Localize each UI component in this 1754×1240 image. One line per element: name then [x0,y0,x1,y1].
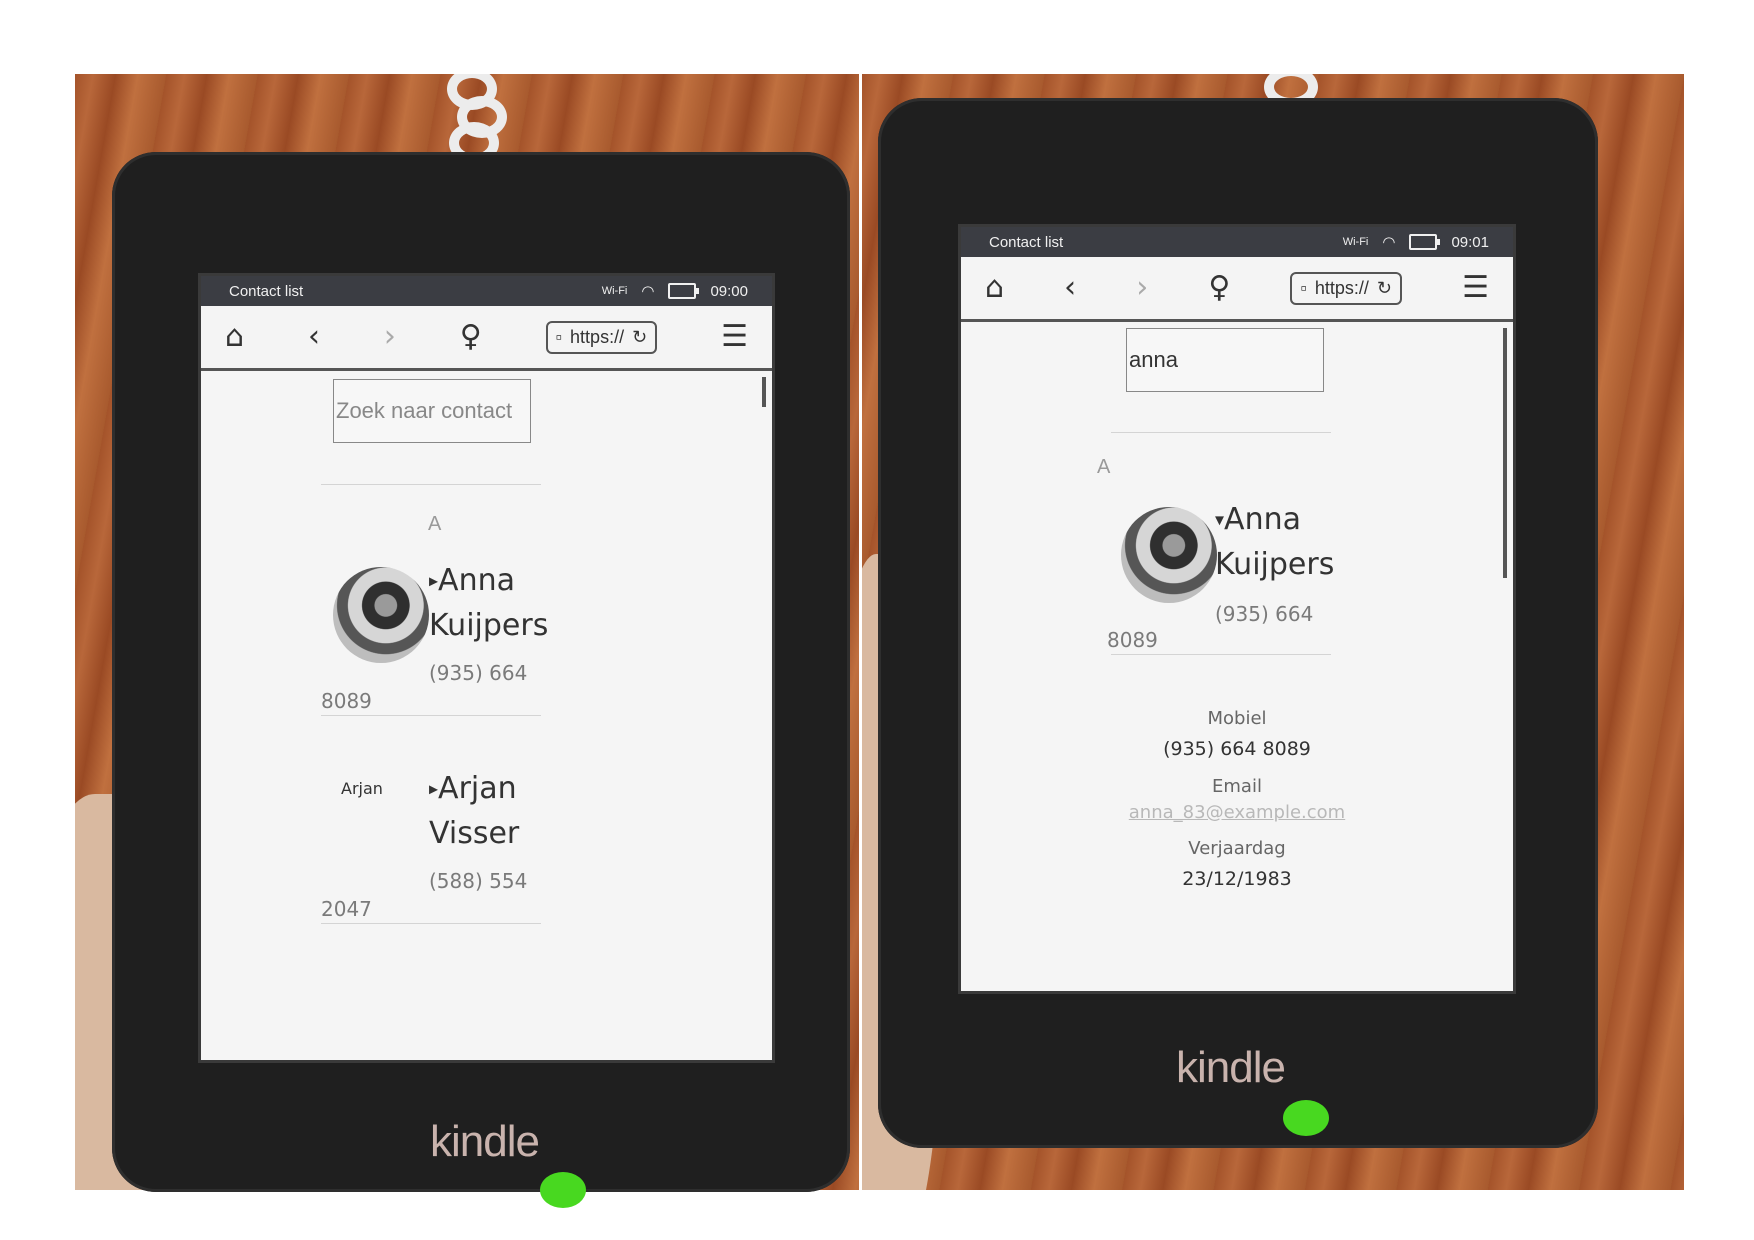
status-title: Contact list [989,234,1064,251]
birthday-value: 23/12/1983 [1182,868,1292,890]
contact-phone-tail: 8089 [1107,628,1158,652]
status-bar: Contact list Wi-Fi ◠ 09:00 [201,276,772,306]
scrollbar[interactable] [1503,328,1507,578]
screen-left: Contact list Wi-Fi ◠ 09:00 ⌂ ‹ › ♀ ▫ htt… [198,273,775,1063]
url-text: https:// [570,326,625,347]
clock: 09:00 [710,282,748,300]
divider [321,715,541,716]
section-letter: A [1097,456,1111,478]
expand-caret-icon: ▸ [429,778,439,800]
contact-phone-tail: 2047 [321,897,372,921]
avatar-broken-icon: Arjan [341,779,383,798]
screen-right: Contact list Wi-Fi ◠ 09:01 ⌂ ‹ › ♀ ▫ htt… [958,224,1516,994]
back-icon[interactable]: ‹ [308,322,320,352]
status-bar: Contact list Wi-Fi ◠ 09:01 [961,227,1513,257]
lightbulb-icon[interactable]: ♀ [460,322,482,352]
collapse-caret-icon: ▾ [1215,509,1225,531]
contact-phone: (935) 664 [429,661,528,685]
search-placeholder: Zoek naar contact [336,398,513,423]
status-title: Contact list [229,283,304,300]
search-value: anna [1129,347,1178,372]
search-input[interactable]: Zoek naar contact [333,379,531,443]
browser-toolbar: ⌂ ‹ › ♀ ▫ https:// ↻ ☰ [201,306,772,371]
birthday-label: Verjaardag [1188,838,1286,859]
home-icon[interactable]: ⌂ [985,273,1004,303]
url-field[interactable]: ▫ https:// ↻ [545,320,658,354]
email-link[interactable]: anna_83@example.com [961,802,1513,823]
forward-icon[interactable]: › [384,322,396,352]
divider [1111,654,1331,655]
led-indicator [540,1172,586,1208]
led-indicator [1283,1100,1329,1136]
browser-toolbar: ⌂ ‹ › ♀ ▫ https:// ↻ ☰ [961,257,1513,322]
page-content: anna A ▾Anna Kuijpers (935) 664 8089 Mob… [961,322,1513,991]
avatar [333,567,429,663]
battery-icon [1409,234,1441,250]
wifi-icon: ◠ [1382,234,1396,251]
page-icon: ▫ [1300,277,1307,298]
mobile-value: (935) 664 8089 [1163,738,1311,760]
lightbulb-icon[interactable]: ♀ [1208,273,1230,303]
reload-icon[interactable]: ↻ [632,327,647,348]
contact-name[interactable]: ▸Anna Kuijpers [429,559,548,648]
email-label: Email [1212,776,1262,797]
home-icon[interactable]: ⌂ [225,322,244,352]
back-icon[interactable]: ‹ [1064,273,1076,303]
page-icon: ▫ [555,326,563,347]
contact-phone-tail: 8089 [321,689,372,713]
kindle-logo: kindle [1176,1043,1286,1092]
clock: 09:01 [1451,233,1489,251]
menu-icon[interactable]: ☰ [1462,273,1489,303]
divider [321,923,541,924]
search-input[interactable]: anna [1126,328,1324,392]
section-letter: A [428,513,442,535]
scrollbar[interactable] [762,377,766,407]
contact-name[interactable]: ▾Anna Kuijpers [1215,498,1334,587]
status-indicators: Wi-Fi ◠ 09:01 [1342,233,1489,252]
wifi-label: Wi-Fi [601,285,628,297]
avatar [1121,507,1217,603]
status-indicators: Wi-Fi ◠ 09:00 [601,282,748,301]
contact-name[interactable]: ▸Arjan Visser [429,767,519,856]
menu-icon[interactable]: ☰ [721,322,748,352]
url-field[interactable]: ▫ https:// ↻ [1290,271,1402,305]
url-text: https:// [1314,277,1369,298]
contact-phone: (935) 664 [1215,602,1314,626]
wifi-label: Wi-Fi [1342,236,1369,248]
reload-icon[interactable]: ↻ [1377,278,1392,299]
divider [321,484,541,485]
divider [1111,432,1331,433]
battery-icon [668,283,700,299]
kindle-logo: kindle [430,1117,540,1166]
forward-icon[interactable]: › [1136,273,1148,303]
mobile-label: Mobiel [1207,708,1267,729]
contact-phone: (588) 554 [429,869,528,893]
page-content: Zoek naar contact A ▸Anna Kuijpers (935)… [201,371,772,1060]
wifi-icon: ◠ [641,283,655,300]
expand-caret-icon: ▸ [429,570,439,592]
